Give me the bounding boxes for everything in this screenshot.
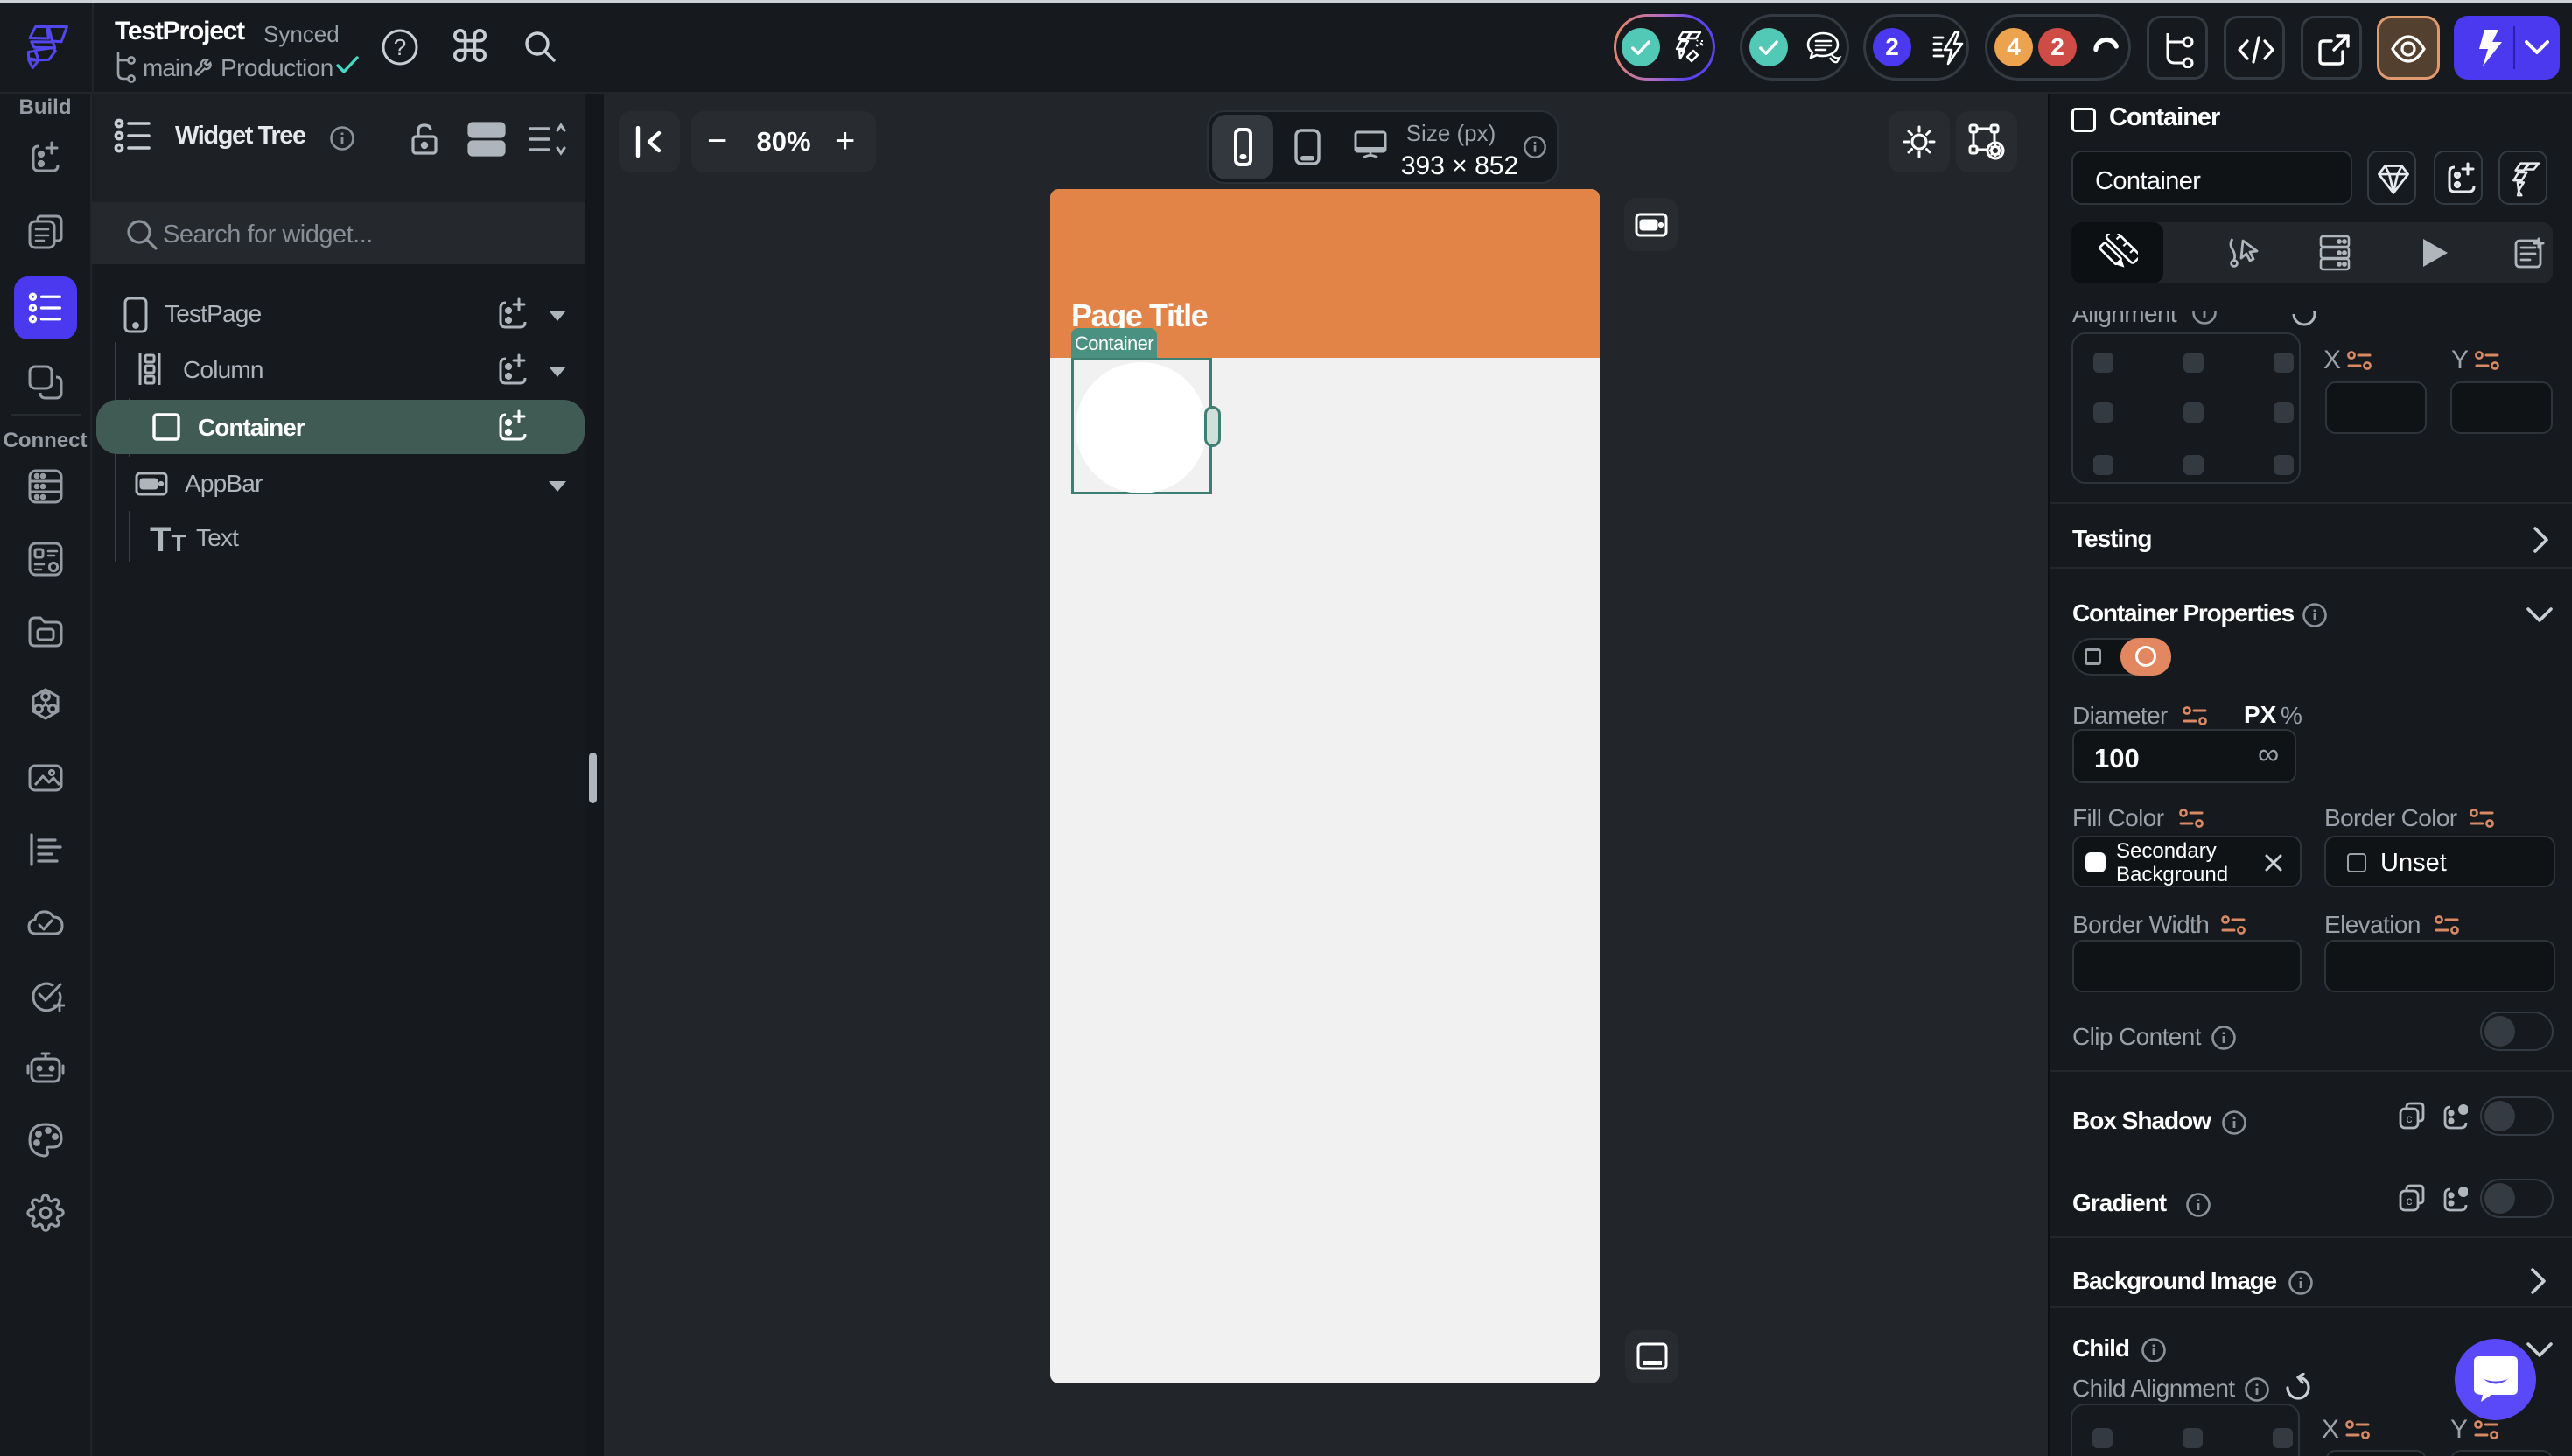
svg-text:?: ? bbox=[394, 34, 406, 60]
